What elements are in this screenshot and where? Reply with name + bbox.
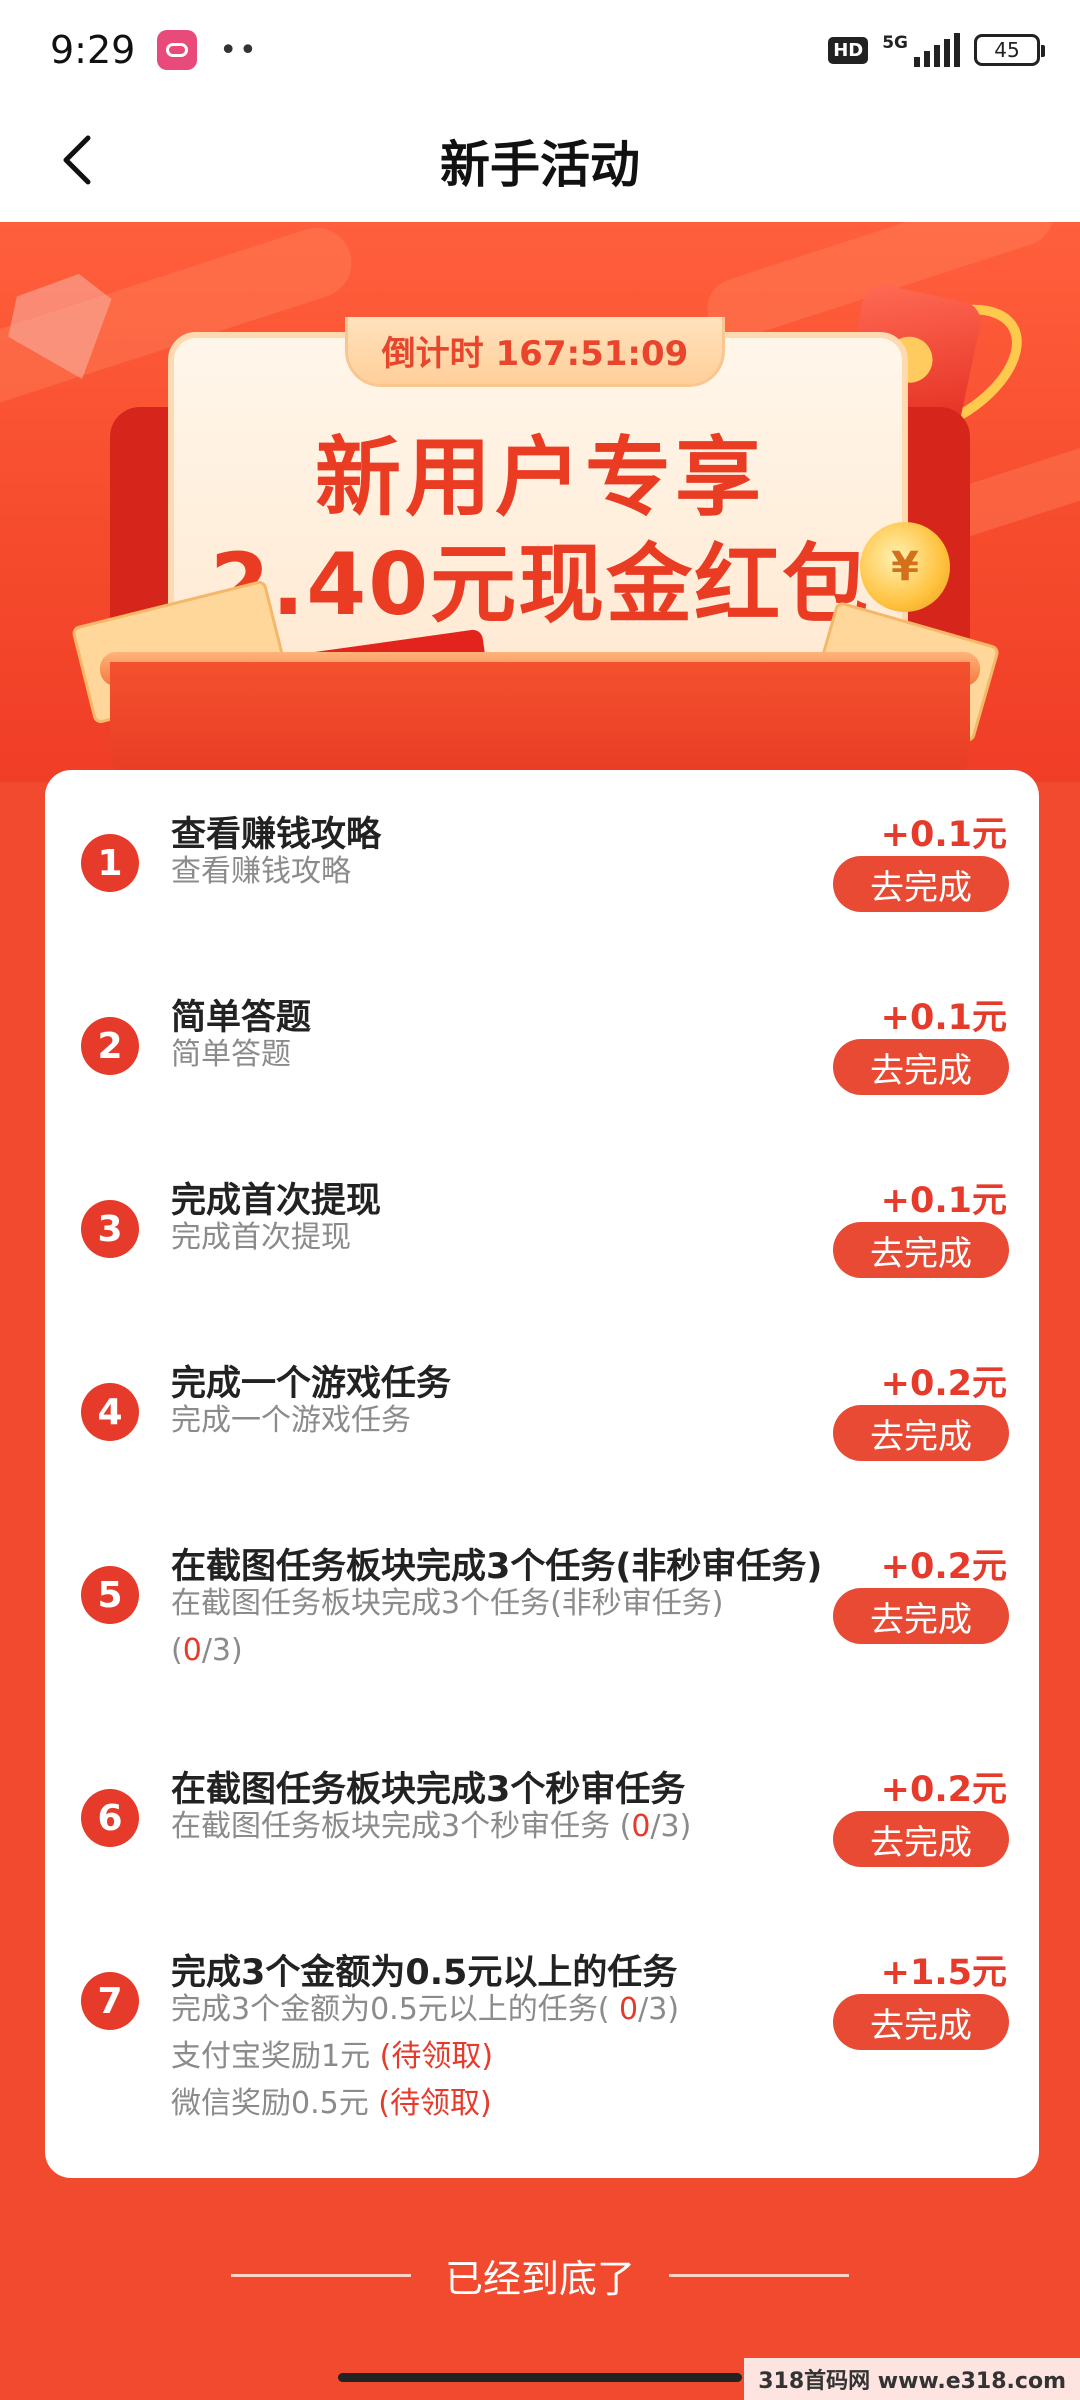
countdown-timer: 倒计时 167:51:09	[345, 317, 725, 387]
task-description-text: 在截图任务板块完成3个秒审任务 (	[171, 1809, 632, 1844]
task-row: 6 在截图任务板块完成3个秒审任务 在截图任务板块完成3个秒审任务 (0/3) …	[45, 1745, 1039, 1928]
progress-done: 0	[182, 1633, 202, 1668]
task-description: 在截图任务板块完成3个任务(非秒审任务) (0/3)	[171, 1580, 771, 1674]
progress-total: /3)	[638, 1992, 680, 2027]
task-row: 1 查看赚钱攻略 查看赚钱攻略 +0.1元 去完成	[45, 790, 1039, 973]
task-description: 完成首次提现	[171, 1220, 351, 1255]
divider-line	[230, 2273, 411, 2277]
wechat-reward-status[interactable]: (待领取)	[378, 2086, 491, 2121]
progress-done: 0	[631, 1809, 651, 1844]
pocket	[110, 662, 970, 782]
progress-done: 0	[619, 1992, 639, 2027]
alipay-reward-status[interactable]: (待领取)	[380, 2039, 493, 2074]
complete-task-button[interactable]: 去完成	[833, 1994, 1009, 2050]
network-type: 5G	[882, 33, 908, 53]
task-number-badge: 2	[81, 1017, 139, 1075]
task-description: 完成3个金额为0.5元以上的任务( 0/3) 支付宝奖励1元 (待领取) 微信奖…	[171, 1986, 771, 2127]
task-description: 查看赚钱攻略	[171, 854, 351, 889]
task-row: 4 完成一个游戏任务 完成一个游戏任务 +0.2元 去完成	[45, 1339, 1039, 1522]
task-number-badge: 5	[81, 1566, 139, 1624]
complete-task-button[interactable]: 去完成	[833, 1039, 1009, 1095]
status-bar: 9:29 •• HD 5G 45	[0, 0, 1080, 100]
watermark: 318首码网 www.e318.com	[744, 2358, 1080, 2400]
battery-icon: 45	[974, 34, 1045, 66]
complete-task-button[interactable]: 去完成	[833, 1405, 1009, 1461]
more-notifications-icon: ••	[219, 32, 259, 68]
app-notification-icon	[157, 30, 198, 70]
task-row: 5 在截图任务板块完成3个任务(非秒审任务) 在截图任务板块完成3个任务(非秒审…	[45, 1522, 1039, 1745]
complete-task-button[interactable]: 去完成	[833, 1222, 1009, 1278]
task-number-badge: 1	[81, 834, 139, 892]
task-reward: +0.2元	[880, 1770, 1007, 1810]
task-reward: +0.2元	[880, 1364, 1007, 1404]
alipay-reward-label: 支付宝奖励1元	[171, 2039, 380, 2074]
task-row: 3 完成首次提现 完成首次提现 +0.1元 去完成	[45, 1156, 1039, 1339]
complete-task-button[interactable]: 去完成	[833, 1588, 1009, 1644]
signal-icon: 5G	[882, 33, 960, 67]
complete-task-button[interactable]: 去完成	[833, 1811, 1009, 1867]
task-list: 1 查看赚钱攻略 查看赚钱攻略 +0.1元 去完成 2 简单答题 简单答题 +0…	[45, 770, 1039, 2178]
task-reward: +0.1元	[880, 998, 1007, 1038]
wechat-reward-label: 微信奖励0.5元	[171, 2086, 379, 2121]
end-of-list-note: 已经到底了	[0, 2240, 1080, 2310]
progress-open: (	[171, 1633, 183, 1668]
end-of-list-text: 已经到底了	[444, 2256, 635, 2301]
task-reward: +0.1元	[880, 1181, 1007, 1221]
progress-total: /3)	[201, 1633, 243, 1668]
progress-total: /3)	[650, 1809, 692, 1844]
task-row: 2 简单答题 简单答题 +0.1元 去完成	[45, 973, 1039, 1156]
task-reward: +0.1元	[880, 815, 1007, 855]
complete-task-button[interactable]: 去完成	[833, 856, 1009, 912]
task-description: 完成一个游戏任务	[171, 1403, 411, 1438]
task-row: 7 完成3个金额为0.5元以上的任务 完成3个金额为0.5元以上的任务( 0/3…	[45, 1928, 1039, 2188]
home-indicator[interactable]	[338, 2373, 742, 2382]
task-description-text: 在截图任务板块完成3个任务(非秒审任务)	[171, 1586, 724, 1621]
task-number-badge: 7	[81, 1972, 139, 2030]
hd-icon: HD	[828, 36, 869, 64]
status-left: 9:29 ••	[50, 28, 259, 72]
back-arrow-icon[interactable]	[50, 130, 110, 190]
status-right: HD 5G 45	[828, 33, 1045, 67]
task-reward: +1.5元	[880, 1953, 1007, 1993]
promo-banner: 倒计时 167:51:09 新用户专享 2.40元现金红包 ¥ ¥	[0, 222, 1080, 782]
task-description: 简单答题	[171, 1037, 291, 1072]
task-description: 在截图任务板块完成3个秒审任务 (0/3)	[171, 1803, 811, 1850]
task-number-badge: 6	[81, 1789, 139, 1847]
task-number-badge: 4	[81, 1383, 139, 1441]
coin-icon: ¥	[860, 522, 950, 612]
status-time: 9:29	[50, 28, 136, 72]
app-header: 新手活动	[0, 100, 1080, 222]
task-reward: +0.2元	[880, 1547, 1007, 1587]
task-number-badge: 3	[81, 1200, 139, 1258]
page-title: 新手活动	[440, 136, 640, 194]
divider-line	[669, 2273, 849, 2277]
task-description-text: 完成3个金额为0.5元以上的任务(	[171, 1992, 620, 2027]
